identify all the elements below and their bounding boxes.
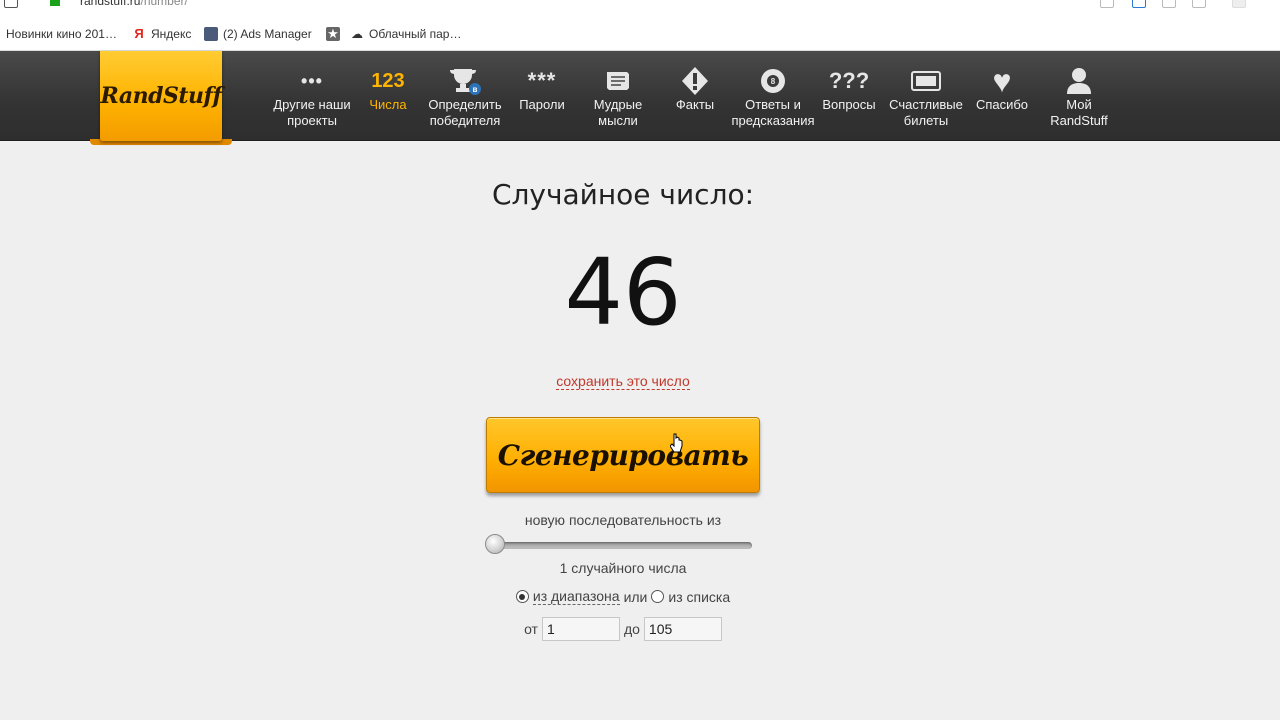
url-text[interactable]: randstuff.ru/number/ xyxy=(80,0,188,8)
nav-item-numbers[interactable]: 123 Числа xyxy=(346,51,430,140)
nav-label: Факты xyxy=(675,97,715,112)
nav-label: Другие наши проекты xyxy=(273,97,351,128)
list-radio[interactable] xyxy=(651,590,665,603)
save-link-text[interactable]: сохранить это число xyxy=(556,373,690,390)
mouse-cursor-icon xyxy=(670,433,683,453)
nav-item-passwords[interactable]: *** Пароли xyxy=(500,51,584,140)
bookmark-movies[interactable]: Новинки кино 201… xyxy=(6,25,117,43)
scroll-icon xyxy=(576,61,660,101)
dots-icon: ••• xyxy=(301,71,323,91)
extension-icon[interactable] xyxy=(1132,0,1146,8)
questions-icon: ??? xyxy=(828,68,870,93)
count-slider-thumb[interactable] xyxy=(485,534,505,554)
password-icon: *** xyxy=(527,68,557,93)
favorite-icon[interactable] xyxy=(1192,0,1206,8)
svg-text:в: в xyxy=(473,85,478,94)
from-label: от xyxy=(524,621,538,637)
bookmark-star[interactable]: ★ xyxy=(326,25,340,43)
eight-ball-icon: 8 xyxy=(730,61,816,101)
nav-label: Числа xyxy=(369,97,407,112)
nav-item-lucky-tickets[interactable]: Счастливые билеты xyxy=(884,51,968,140)
nav-label: Ответы и предсказания xyxy=(731,97,815,128)
secure-lock-icon xyxy=(50,0,60,6)
generate-button[interactable]: Сгенерировать xyxy=(486,417,760,493)
ticket-icon xyxy=(884,61,968,101)
bookmark-label: Яндекс xyxy=(151,27,192,41)
nav-item-winner[interactable]: в Определить победителя xyxy=(423,51,507,140)
user-icon xyxy=(1037,61,1121,101)
nav-item-other-projects[interactable]: ••• Другие наши проекты xyxy=(270,51,354,140)
star-icon: ★ xyxy=(326,26,340,41)
bookmark-yandex[interactable]: Я Яндекс xyxy=(132,25,191,43)
bookmark-ads-manager[interactable]: (2) Ads Manager xyxy=(204,25,312,43)
nav-label: Счастливые билеты xyxy=(889,97,963,128)
range-inputs: от до xyxy=(440,617,806,641)
from-input[interactable] xyxy=(541,617,620,641)
numbers-icon: 123 xyxy=(371,70,405,92)
nav-item-answers[interactable]: 8 Ответы и предсказания xyxy=(730,51,816,140)
svg-text:8: 8 xyxy=(771,77,776,86)
sequence-label: новую последовательность из xyxy=(524,512,722,528)
heart-icon: ♥ xyxy=(992,63,1012,99)
nav-label: Мой RandStuff xyxy=(1050,97,1108,128)
address-bar[interactable]: randstuff.ru/number/ xyxy=(0,0,1280,18)
to-input[interactable] xyxy=(643,617,722,641)
bookmark-label: Новинки кино 201… xyxy=(6,27,117,41)
count-label: 1 случайного числа xyxy=(559,560,687,576)
range-radio[interactable] xyxy=(515,590,529,603)
save-number-link[interactable]: сохранить это число xyxy=(440,373,806,390)
site-logo[interactable]: RandStuff xyxy=(100,51,222,141)
yandex-icon: Я xyxy=(134,26,144,41)
bookmark-cloud[interactable]: ☁ Облачный пар… xyxy=(350,25,461,43)
trophy-icon: в xyxy=(423,61,507,101)
count-slider-track[interactable] xyxy=(487,542,752,549)
profile-icon[interactable] xyxy=(1232,0,1246,8)
random-number: 46 xyxy=(564,239,682,346)
share-icon[interactable] xyxy=(1162,0,1176,8)
reader-icon[interactable] xyxy=(1100,0,1114,8)
exclamation-icon xyxy=(653,61,737,101)
nav-item-wise-thoughts[interactable]: Мудрые мысли xyxy=(576,51,660,140)
to-label: до xyxy=(623,621,640,637)
nav-label: Вопросы xyxy=(822,97,876,112)
nav-label: Спасибо xyxy=(975,97,1029,112)
page-title: Случайное число: xyxy=(491,178,755,211)
nav-item-questions[interactable]: ??? Вопросы xyxy=(807,51,891,140)
bookmarks-bar: Новинки кино 201… Я Яндекс (2) Ads Manag… xyxy=(0,18,1280,51)
nav-label: Мудрые мысли xyxy=(593,97,643,128)
ads-manager-icon xyxy=(204,27,218,41)
source-options: из диапазона или из списка xyxy=(440,588,806,605)
nav-item-facts[interactable]: Факты xyxy=(653,51,737,140)
cloud-icon: ☁ xyxy=(351,27,363,41)
nav-item-thanks[interactable]: ♥ Спасибо xyxy=(960,51,1044,140)
nav-label: Пароли xyxy=(519,97,565,112)
list-option-label[interactable]: из списка xyxy=(668,589,730,605)
bookmark-label: (2) Ads Manager xyxy=(223,27,312,41)
nav-item-my-randstuff[interactable]: Мой RandStuff xyxy=(1037,51,1121,140)
or-text: или xyxy=(623,588,648,605)
logo-text: RandStuff xyxy=(100,83,222,109)
bookmark-label: Облачный пар… xyxy=(369,27,462,41)
tab-grid-icon[interactable] xyxy=(4,0,18,8)
range-option-label[interactable]: из диапазона xyxy=(532,588,620,605)
generate-button-label: Сгенерировать xyxy=(497,438,749,472)
nav-label: Определить победителя xyxy=(428,97,502,128)
